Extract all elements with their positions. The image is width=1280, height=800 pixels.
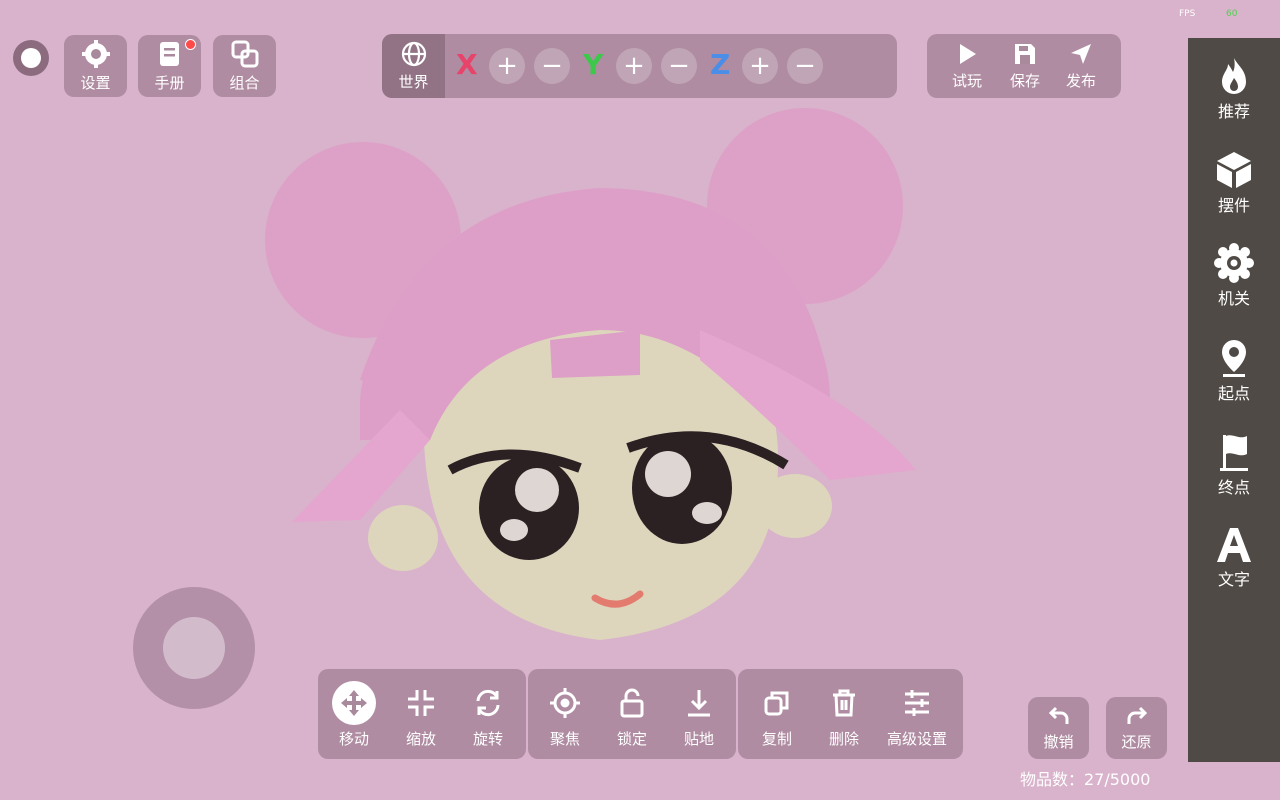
transform-group: 移动 缩放 旋转	[318, 669, 526, 759]
sidebar-item-label: 推荐	[1217, 102, 1250, 121]
fps-label: FPS	[1179, 9, 1196, 19]
sidebar-item-label: 机关	[1217, 289, 1250, 308]
rotate-label: 旋转	[472, 730, 503, 748]
sliders-icon	[902, 681, 932, 725]
undo-button[interactable]: 撤销	[1028, 697, 1089, 759]
joystick[interactable]	[133, 587, 255, 709]
move-button[interactable]: 移动	[323, 675, 385, 755]
sidebar-item-label: 起点	[1217, 384, 1250, 403]
location-pin-icon	[1217, 338, 1251, 378]
sidebar-item-text[interactable]: 文字	[1188, 526, 1280, 590]
move-label: 移动	[338, 730, 369, 748]
joystick-thumb[interactable]	[163, 617, 225, 679]
redo-icon	[1125, 704, 1149, 728]
cube-icon	[1215, 150, 1253, 190]
trash-icon	[829, 681, 859, 725]
position-group: 聚焦 锁定 贴地	[528, 669, 736, 759]
focus-button[interactable]: 聚焦	[534, 675, 596, 755]
sidebar-item-start-point[interactable]: 起点	[1188, 338, 1280, 404]
sidebar-item-label: 终点	[1217, 478, 1250, 497]
object-category-sidebar: 推荐 摆件 机关 起点 终点 文字	[1188, 38, 1280, 762]
shrink-icon	[405, 681, 437, 725]
undo-icon	[1047, 704, 1071, 728]
item-count: 物品数：27/5000	[1020, 770, 1151, 789]
redo-label: 还原	[1121, 733, 1152, 751]
copy-button[interactable]: 复制	[746, 675, 808, 755]
advanced-label: 高级设置	[886, 730, 947, 748]
scale-label: 缩放	[405, 730, 436, 748]
sidebar-item-mechanisms[interactable]: 机关	[1188, 243, 1280, 309]
lock-label: 锁定	[616, 730, 647, 748]
rotate-icon	[472, 681, 504, 725]
ground-label: 贴地	[683, 730, 714, 748]
lock-button[interactable]: 锁定	[601, 675, 663, 755]
sidebar-item-props[interactable]: 摆件	[1188, 150, 1280, 216]
delete-label: 删除	[828, 730, 859, 748]
download-icon	[684, 681, 714, 725]
sidebar-item-label: 文字	[1217, 570, 1250, 589]
move-arrows-icon	[332, 681, 376, 725]
crosshair-icon	[549, 681, 581, 725]
flag-icon	[1217, 432, 1251, 472]
focus-label: 聚焦	[549, 730, 580, 748]
delete-button[interactable]: 删除	[813, 675, 875, 755]
flame-icon	[1216, 56, 1252, 96]
sidebar-item-label: 摆件	[1217, 196, 1250, 215]
copy-label: 复制	[761, 730, 792, 748]
copy-icon	[762, 681, 792, 725]
gear-icon	[1214, 243, 1254, 283]
unlock-icon	[617, 681, 647, 725]
advanced-settings-button[interactable]: 高级设置	[876, 675, 958, 755]
character-head	[265, 108, 916, 640]
ground-snap-button[interactable]: 贴地	[668, 675, 730, 755]
undo-label: 撤销	[1043, 733, 1074, 751]
scale-button[interactable]: 缩放	[390, 675, 452, 755]
edit-group: 复制 删除 高级设置	[738, 669, 963, 759]
rotate-button[interactable]: 旋转	[457, 675, 519, 755]
sidebar-item-recommended[interactable]: 推荐	[1188, 56, 1280, 122]
fps-value: 60	[1226, 9, 1238, 19]
redo-button[interactable]: 还原	[1106, 697, 1167, 759]
sidebar-item-end-point[interactable]: 终点	[1188, 432, 1280, 498]
letter-a-icon	[1216, 526, 1252, 564]
